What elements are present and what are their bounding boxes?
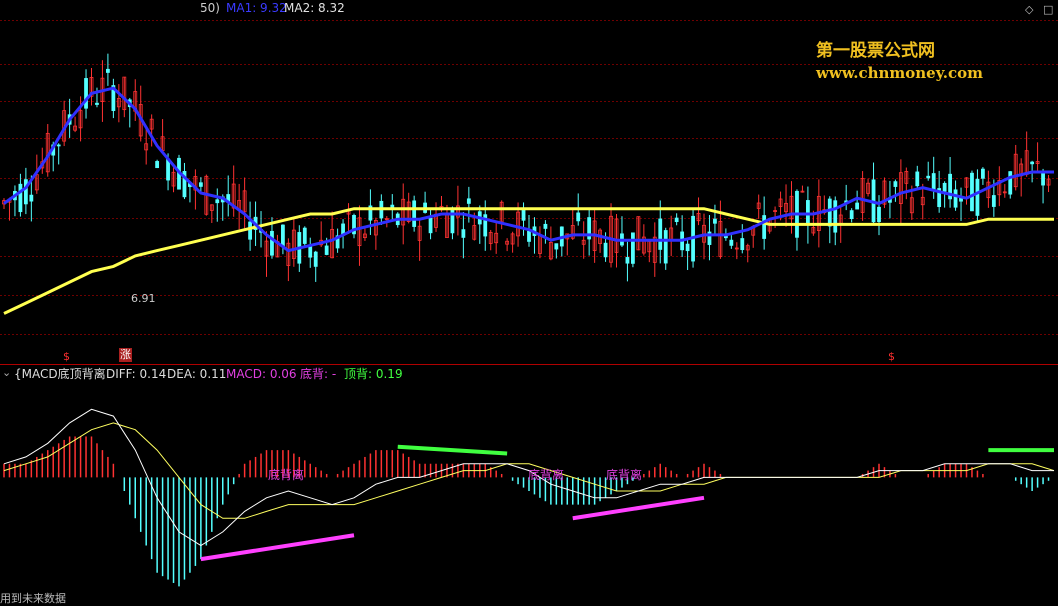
candle-body bbox=[833, 200, 838, 233]
candle-body bbox=[23, 179, 28, 205]
candle-body bbox=[740, 238, 745, 251]
candle-body bbox=[729, 239, 734, 246]
candle-body bbox=[942, 182, 947, 192]
candle-body bbox=[981, 168, 985, 179]
candle-body bbox=[926, 175, 931, 179]
diamond-icon[interactable]: ◇ bbox=[1025, 3, 1033, 16]
candle-body bbox=[215, 199, 220, 204]
candle-body bbox=[953, 189, 958, 208]
candle-body bbox=[723, 235, 728, 239]
candle-body bbox=[713, 218, 717, 224]
divergence-tag: 底背离 bbox=[268, 468, 305, 482]
candle-body bbox=[674, 217, 679, 222]
candle-body bbox=[658, 218, 663, 250]
candle-body bbox=[849, 210, 854, 220]
main-header-prefix: 50) bbox=[200, 1, 220, 15]
candle-body bbox=[302, 227, 307, 244]
top-div-label: 顶背: 0.19 bbox=[344, 367, 403, 381]
divergence-tag: 底背离 bbox=[528, 468, 565, 482]
candle-body bbox=[313, 251, 318, 267]
candlestick-series bbox=[2, 53, 1051, 282]
candle-body bbox=[827, 198, 832, 227]
signal-marker: $ bbox=[63, 350, 70, 363]
candle-body bbox=[521, 209, 526, 221]
candle-body bbox=[18, 183, 23, 213]
candle-body bbox=[461, 229, 466, 238]
candle-body bbox=[806, 200, 810, 225]
candle-body bbox=[991, 195, 996, 207]
candle-body bbox=[663, 230, 668, 264]
square-icon[interactable]: □ bbox=[1043, 3, 1053, 16]
candle-body bbox=[576, 212, 581, 222]
candle-body bbox=[762, 215, 767, 239]
candle-body bbox=[631, 232, 635, 264]
candle-body bbox=[685, 243, 690, 252]
bottom-div-label: 底背: - bbox=[300, 367, 337, 381]
candle-body bbox=[855, 202, 860, 210]
dea-label: DEA: 0.11 bbox=[167, 367, 227, 381]
ma2-label: MA2: 8.32 bbox=[284, 1, 345, 15]
candle-body bbox=[625, 257, 630, 264]
candle-body bbox=[155, 161, 160, 169]
candle-body bbox=[1030, 161, 1035, 165]
candle-body bbox=[877, 206, 881, 223]
watermark-url: www.chnmoney.com bbox=[816, 64, 983, 82]
candle-body bbox=[915, 171, 920, 187]
candle-body bbox=[543, 223, 548, 229]
candle-body bbox=[248, 221, 252, 240]
candle-body bbox=[56, 144, 61, 147]
candle-body bbox=[1008, 171, 1013, 195]
macd-histogram bbox=[3, 436, 1050, 587]
candle-body bbox=[324, 245, 329, 255]
candle-body bbox=[975, 178, 980, 216]
candle-body bbox=[603, 242, 608, 258]
candle-body bbox=[84, 78, 88, 109]
candle-body bbox=[450, 207, 455, 234]
future-data-note: 用到未来数据 bbox=[0, 592, 66, 605]
candle-body bbox=[281, 224, 285, 247]
candle-body bbox=[893, 181, 898, 187]
candle-body bbox=[931, 173, 936, 191]
candle-body bbox=[554, 243, 559, 250]
diff-label: DIFF: 0.14 bbox=[106, 367, 167, 381]
divergence-lines bbox=[200, 444, 1054, 562]
candle-body bbox=[412, 200, 417, 227]
collapse-icon[interactable]: ⌄ bbox=[2, 366, 11, 380]
macd-label: MACD: 0.06 bbox=[226, 367, 297, 381]
candle-body bbox=[428, 217, 433, 234]
indicator-title: {MACD底顶背离 bbox=[14, 367, 106, 381]
divergence-line bbox=[397, 444, 508, 456]
divergence-line bbox=[200, 533, 355, 562]
signal-marker: 涨 bbox=[119, 348, 132, 362]
candle-body bbox=[29, 194, 34, 202]
ma1-label: MA1: 9.32 bbox=[226, 1, 287, 15]
candle-body bbox=[270, 230, 274, 256]
signal-marker: $ bbox=[888, 350, 895, 363]
candle-body bbox=[198, 182, 203, 187]
candle-body bbox=[970, 172, 974, 212]
divergence-tag: 底背离 bbox=[606, 468, 643, 482]
candle-body bbox=[527, 230, 531, 242]
stock-chart[interactable] bbox=[0, 0, 1058, 605]
watermark-title: 第一股票公式网 bbox=[816, 41, 935, 61]
divergence-line bbox=[572, 495, 705, 521]
candle-body bbox=[466, 198, 471, 204]
candle-body bbox=[106, 68, 110, 73]
candle-body bbox=[308, 245, 313, 258]
candle-body bbox=[95, 102, 99, 105]
low-price-label: 6.91 bbox=[131, 292, 156, 305]
